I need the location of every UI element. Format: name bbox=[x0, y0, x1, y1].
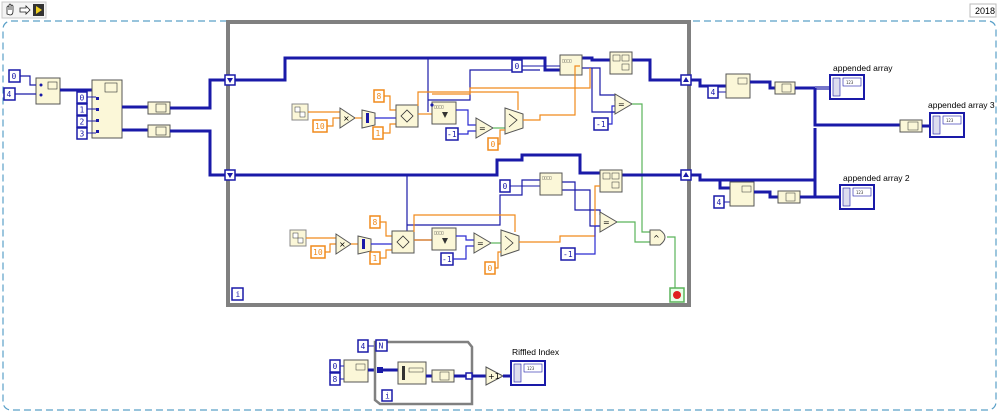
multiply-node-top-text: × bbox=[343, 114, 350, 123]
const-right-4-b-text: 4 bbox=[717, 198, 722, 207]
const-loop-bot-1-text: 1 bbox=[373, 254, 378, 263]
const-idx-0-text: 0 bbox=[80, 94, 85, 103]
right-section: 4 appended array 123 4 appended array 2 bbox=[691, 63, 995, 210]
const-4-left-text: 4 bbox=[7, 90, 12, 99]
stop-icon bbox=[673, 291, 681, 299]
multiply-node-bot-text: × bbox=[339, 240, 346, 249]
const-loop-top-neg1-b-text: -1 bbox=[596, 120, 606, 129]
const-loop-top-0-text: 0 bbox=[515, 62, 520, 71]
reshape-array-node-a[interactable] bbox=[725, 73, 751, 99]
block-diagram: 2018 0 4 0 1 2 3 i □□□□ 0 10 × 8 1 □□□□ … bbox=[1, 1, 997, 411]
bottom-section: 0 8 4 N i +1 Riffled Index 123 bbox=[329, 339, 560, 406]
indicator-appended-array-2-label: appended array 2 bbox=[843, 173, 910, 183]
hand-icon[interactable] bbox=[6, 3, 14, 16]
reshape-array-node-b[interactable] bbox=[729, 181, 755, 207]
iteration-terminal-main-text: i bbox=[236, 290, 241, 299]
replace-subset-node-bot[interactable] bbox=[599, 169, 623, 193]
count-terminal-text: N bbox=[379, 342, 384, 351]
svg-text:123: 123 bbox=[846, 80, 854, 85]
const-loop-bot-neg1-a-text: -1 bbox=[442, 255, 452, 264]
select-node-bot[interactable] bbox=[500, 229, 520, 257]
indicator-riffled-index-label: Riffled Index bbox=[512, 347, 560, 357]
const-loop-bot-neg1-b-text: -1 bbox=[563, 250, 573, 259]
svg-text:□□□□: □□□□ bbox=[434, 104, 444, 109]
equal-node-top-text: = bbox=[479, 124, 486, 133]
const-right-4-a-text: 4 bbox=[711, 88, 716, 97]
const-loop-top-neg1-a-text: -1 bbox=[447, 130, 457, 139]
replace-subset-node-top[interactable] bbox=[609, 51, 633, 75]
indicator-appended-array-3-label: appended array 3 bbox=[928, 100, 995, 110]
select-node-top[interactable] bbox=[504, 107, 524, 135]
const-idx-1-text: 1 bbox=[80, 106, 85, 115]
const-loop-bot-0-b-text: 0 bbox=[488, 264, 493, 273]
equal-node-top-2-text: = bbox=[618, 100, 625, 109]
tunnel-left bbox=[377, 367, 383, 373]
svg-text:□□□□: □□□□ bbox=[434, 230, 444, 235]
const-idx-2-text: 2 bbox=[80, 118, 85, 127]
const-bottom-4-text: 4 bbox=[361, 342, 366, 351]
const-0-left-text: 0 bbox=[12, 72, 17, 81]
const-loop-bot-8-text: 8 bbox=[373, 218, 378, 227]
svg-text:□□□□: □□□□ bbox=[562, 58, 572, 63]
const-loop-top-0-b-text: 0 bbox=[491, 140, 496, 149]
const-loop-bot-10-text: 10 bbox=[313, 248, 323, 257]
increment-node-text: +1 bbox=[488, 372, 500, 381]
svg-text:123: 123 bbox=[946, 118, 954, 123]
in-range-coerce-node-top[interactable] bbox=[395, 104, 419, 128]
equal-node-bot-2-text: = bbox=[603, 218, 610, 227]
ramp-pattern-node[interactable] bbox=[343, 359, 369, 383]
run-icon[interactable] bbox=[33, 4, 44, 16]
indicator-appended-array-label: appended array bbox=[833, 63, 893, 73]
svg-text:123: 123 bbox=[527, 366, 535, 371]
in-range-coerce-node-bot[interactable] bbox=[391, 230, 415, 254]
tunnel-right bbox=[465, 372, 473, 380]
left-section: 0 4 0 1 2 3 bbox=[3, 69, 228, 177]
main-while-loop: i □□□□ 0 10 × 8 1 □□□□ -1 = 0 -1 = 0 □□□… bbox=[224, 20, 692, 307]
const-bottom-0-text: 0 bbox=[333, 362, 338, 371]
const-loop-top-10-text: 10 bbox=[315, 122, 325, 131]
svg-text:123: 123 bbox=[856, 190, 864, 195]
const-loop-top-8-text: 8 bbox=[377, 92, 382, 101]
and-node-text: ^ bbox=[653, 234, 660, 243]
version-label: 2018 bbox=[975, 6, 995, 16]
const-loop-bot-0-text: 0 bbox=[503, 182, 508, 191]
toolbar bbox=[1, 1, 47, 19]
svg-text:□□□□: □□□□ bbox=[542, 175, 552, 180]
equal-node-bot-text: = bbox=[477, 239, 484, 248]
iteration-terminal-small-text: i bbox=[385, 392, 390, 401]
const-loop-top-1-text: 1 bbox=[376, 129, 381, 138]
const-idx-3-text: 3 bbox=[80, 130, 85, 139]
const-bottom-8-text: 8 bbox=[333, 375, 338, 384]
